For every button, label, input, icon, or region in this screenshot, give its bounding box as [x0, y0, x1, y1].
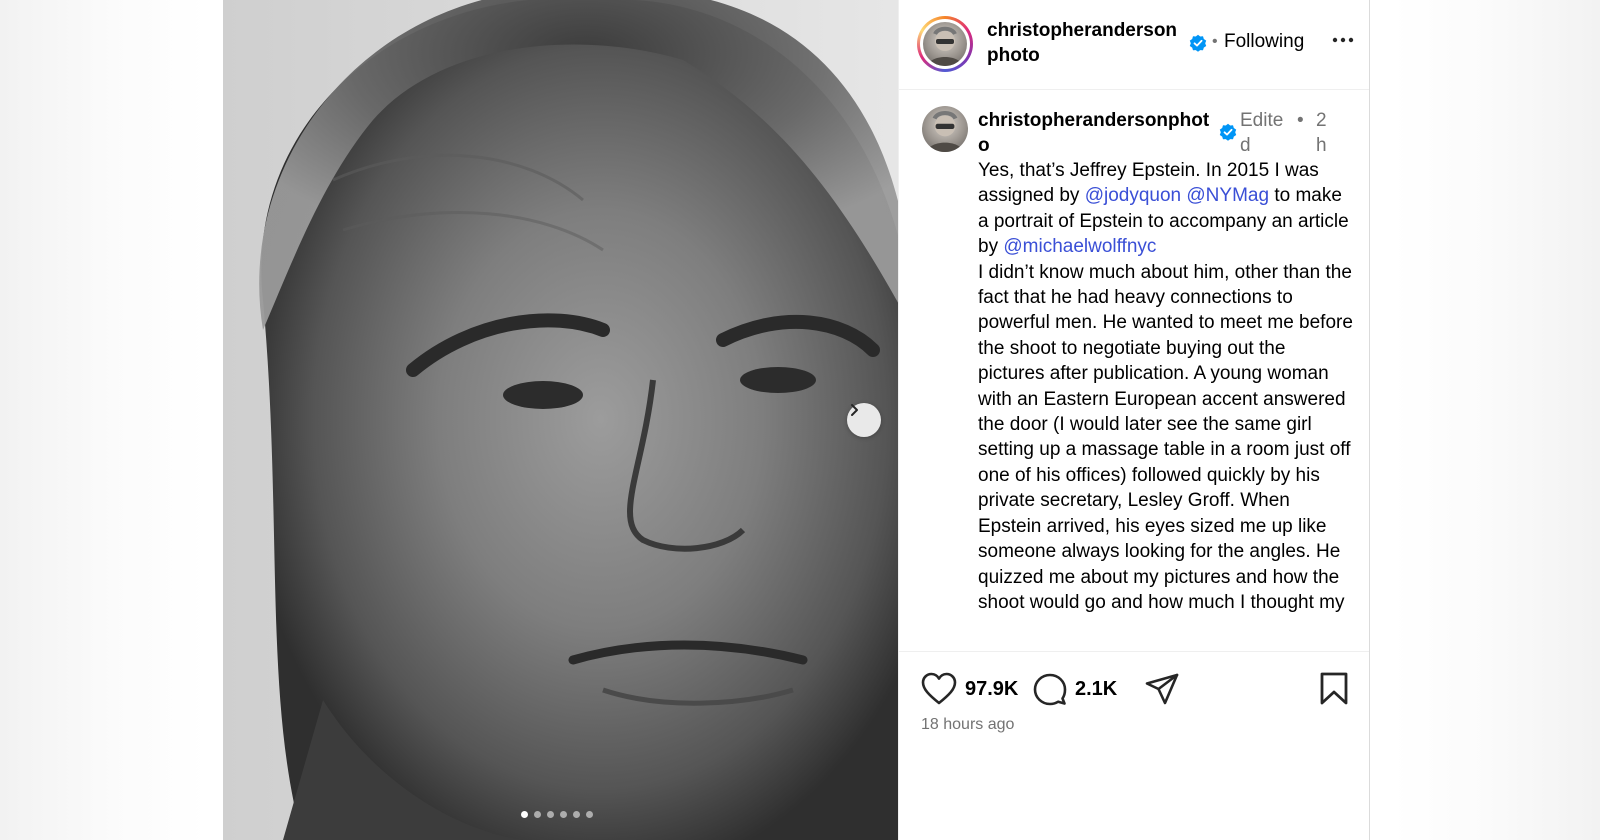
- caption-avatar[interactable]: [922, 106, 968, 152]
- mention-link[interactable]: @michaelwolffnyc: [1003, 236, 1156, 257]
- carousel-dot: [547, 811, 554, 818]
- story-avatar[interactable]: [917, 16, 973, 72]
- next-photo-button[interactable]: [847, 403, 881, 437]
- portrait-photo: [223, 0, 898, 840]
- bookmark-icon: [1320, 672, 1348, 705]
- verified-badge-icon: [1219, 123, 1237, 141]
- edited-label: Edited: [1240, 110, 1284, 156]
- comment-button[interactable]: 2.1K: [1033, 672, 1117, 706]
- avatar-photo: [927, 26, 963, 66]
- post-viewer: christopherandersonphoto • Following chr…: [223, 0, 1380, 840]
- verified-badge-icon: [1189, 34, 1207, 52]
- more-options-button[interactable]: [1331, 28, 1355, 57]
- header-separator: •: [1212, 33, 1218, 50]
- more-dots-icon: [1332, 37, 1354, 43]
- mention-link[interactable]: @jodyquon: [1085, 185, 1181, 206]
- caption-timestamp: 2h: [1316, 110, 1327, 156]
- post-author-username[interactable]: christopherandersonphoto: [987, 18, 1183, 68]
- caption-paragraph-1: Yes, that’s Jeffrey Epstein. In 2015 I w…: [978, 158, 1354, 260]
- caption-username[interactable]: christopherandersonphoto: [978, 108, 1218, 158]
- like-button[interactable]: 97.9K: [921, 672, 1018, 706]
- save-button[interactable]: [1319, 672, 1349, 706]
- post-photo[interactable]: [223, 0, 898, 840]
- carousel-indicator: [521, 811, 593, 818]
- carousel-dot: [560, 811, 567, 818]
- mention-link[interactable]: @NYMag: [1186, 185, 1269, 206]
- following-button[interactable]: Following: [1224, 31, 1304, 53]
- carousel-dot: [586, 811, 593, 818]
- share-button[interactable]: [1144, 672, 1180, 706]
- avatar-photo: [926, 110, 964, 152]
- post-side-panel: christopherandersonphoto • Following chr…: [898, 0, 1370, 840]
- avatar: [923, 22, 967, 66]
- like-count: 97.9K: [965, 677, 1019, 700]
- carousel-dot: [521, 811, 528, 818]
- caption-paragraph-2: I didn’t know much about him, other than…: [978, 261, 1353, 613]
- post-actions: 97.9K 2.1K 18 hours ago: [899, 651, 1369, 840]
- carousel-dot: [534, 811, 541, 818]
- caption-text: Yes, that’s Jeffrey Epstein. In 2015 I w…: [978, 158, 1354, 615]
- caption-section[interactable]: christopherandersonphoto Edited • 2h Yes…: [899, 91, 1369, 651]
- caption-separator: •: [1297, 110, 1304, 131]
- comment-bubble-icon: [1033, 673, 1067, 706]
- chevron-right-icon: [851, 404, 858, 416]
- post-header: christopherandersonphoto • Following: [899, 0, 1369, 90]
- paper-plane-icon: [1145, 673, 1179, 705]
- post-time-ago: 18 hours ago: [921, 716, 1015, 733]
- comment-count: 2.1K: [1075, 677, 1118, 700]
- heart-icon: [921, 672, 957, 705]
- carousel-dot: [573, 811, 580, 818]
